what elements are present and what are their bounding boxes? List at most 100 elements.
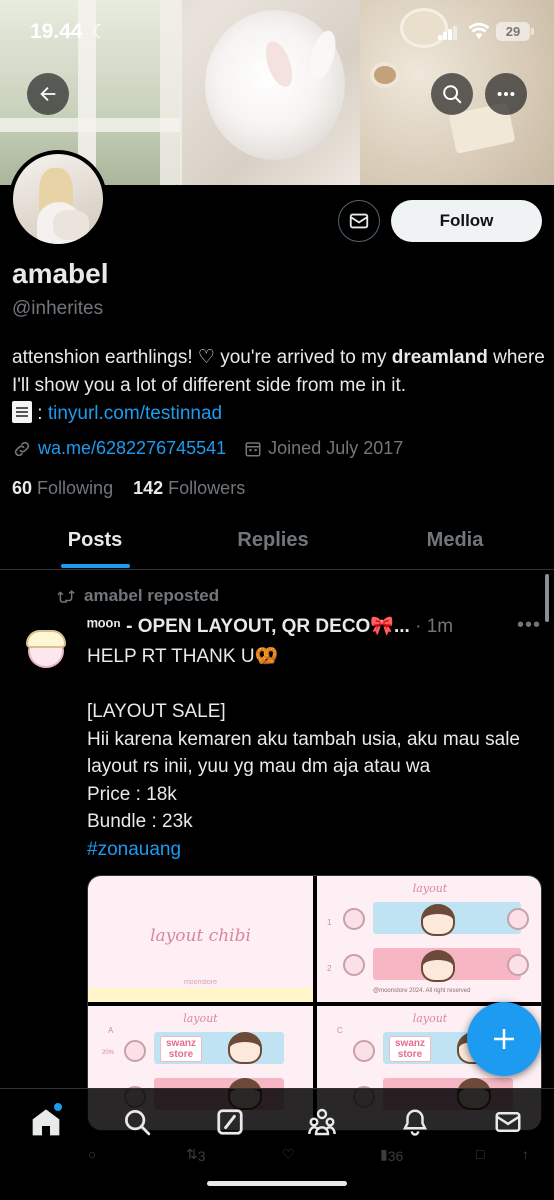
home-indicator[interactable]: [207, 1181, 347, 1186]
grok-icon: [217, 1109, 243, 1135]
tab-posts[interactable]: Posts: [0, 512, 190, 569]
battery-level: 29: [505, 24, 521, 39]
post-more-icon[interactable]: •••: [517, 614, 541, 637]
nav-notifications[interactable]: [398, 1105, 432, 1139]
post-line: Hii karena kemaren aku tambah usia, aku …: [87, 728, 521, 778]
arrow-left-icon: [40, 86, 56, 102]
reply-icon[interactable]: ○: [88, 1146, 96, 1162]
post-header[interactable]: ᵐᵒᵒⁿ - OPEN LAYOUT, QR DECO🎀... · 1m: [87, 614, 527, 638]
like-icon[interactable]: ♡: [282, 1146, 295, 1163]
media-image[interactable]: layout chibi moonstore: [88, 876, 313, 1002]
cellular-signal-icon: [438, 26, 458, 40]
search-icon: [125, 1110, 151, 1136]
more-horizontal-icon: [497, 91, 515, 97]
follow-counts: 60 Following 142 Followers: [12, 478, 245, 499]
followers-label: Followers: [168, 478, 246, 498]
media-title: layout: [183, 1012, 218, 1025]
percent-tag: 20%: [102, 1050, 115, 1056]
store-badge: swanz store: [160, 1036, 202, 1062]
following-link[interactable]: 60 Following: [12, 478, 113, 498]
tab-replies[interactable]: Replies: [180, 512, 366, 569]
bio-bold-text: dreamland: [391, 347, 488, 368]
more-options-button[interactable]: [485, 73, 527, 115]
banner-window-frame: [0, 118, 180, 132]
nav-grok[interactable]: [213, 1105, 247, 1139]
bell-icon: [402, 1109, 428, 1136]
communities-icon: [308, 1108, 336, 1136]
nav-search[interactable]: [120, 1105, 154, 1139]
retweet-action[interactable]: ⇅ 3: [186, 1146, 206, 1164]
moon-icon: ☾: [91, 22, 109, 43]
scrollbar[interactable]: [545, 574, 549, 622]
profile-website-link[interactable]: wa.me/6282276745541: [38, 438, 226, 459]
post-hashtag[interactable]: #zonauang: [87, 836, 537, 864]
follow-button[interactable]: Follow: [391, 200, 542, 242]
mini-character: [228, 1032, 262, 1064]
nav-messages[interactable]: [491, 1105, 525, 1139]
mini-avatar: [343, 908, 365, 930]
share-icon[interactable]: ↑: [522, 1146, 529, 1162]
joined-date: Joined July 2017: [268, 438, 404, 458]
post-actions-faded: ○ ⇅ 3 ♡ ▮ 36 □ ↑: [0, 1144, 554, 1168]
status-bar: 19.44 ☾ 29: [0, 0, 554, 64]
post-line: HELP RT THANK U🥨: [87, 646, 279, 667]
mini-avatar: [343, 954, 365, 976]
bio-colon: :: [32, 403, 48, 424]
active-tab-indicator: [61, 564, 130, 568]
envelope-icon: [495, 1112, 521, 1132]
followers-link[interactable]: 142 Followers: [133, 478, 245, 498]
profile-name: amabel: [12, 258, 109, 289]
post-line: [87, 671, 537, 699]
mini-character: [421, 950, 455, 982]
row-label: C: [337, 1026, 343, 1035]
post-line: [LAYOUT SALE]: [87, 701, 226, 722]
repost-context[interactable]: amabel reposted: [56, 586, 219, 606]
avatar-hair: [26, 630, 66, 648]
following-label: Following: [37, 478, 114, 498]
mini-avatar: [353, 1040, 375, 1062]
mini-character: [421, 904, 455, 936]
row-number: 1: [327, 918, 332, 927]
search-button[interactable]: [431, 73, 473, 115]
message-button[interactable]: [338, 200, 380, 242]
profile-handle: @inherites: [12, 298, 104, 319]
banner-cup: [370, 62, 400, 88]
envelope-icon: [349, 213, 369, 229]
row-label: A: [108, 1026, 114, 1035]
bio-text: attenshion earthlings! ♡ you're arrived …: [12, 347, 392, 368]
media-note: @moonstore 2024. All right reserved: [373, 988, 471, 994]
repost-icon: [57, 590, 75, 603]
followers-count: 142: [133, 478, 164, 498]
mini-avatar: [124, 1040, 146, 1062]
calendar-icon: [245, 441, 261, 456]
views-action[interactable]: ▮ 36: [380, 1146, 403, 1164]
plus-icon: [494, 1029, 514, 1049]
wifi-icon: [468, 22, 490, 39]
receipt-icon: [12, 401, 32, 423]
notification-dot: [54, 1103, 62, 1111]
profile-avatar[interactable]: [9, 150, 107, 248]
avatar-photo: [13, 154, 103, 244]
status-time: 19.44: [30, 20, 83, 43]
media-footer: [88, 988, 313, 1002]
post-author-name[interactable]: ᵐᵒᵒⁿ - OPEN LAYOUT, QR DECO🎀...: [87, 616, 410, 637]
compose-post-button[interactable]: [467, 1002, 541, 1076]
tab-media[interactable]: Media: [366, 512, 544, 569]
retweet-count: 3: [197, 1148, 206, 1164]
nav-communities[interactable]: [305, 1105, 339, 1139]
back-button[interactable]: [27, 73, 69, 115]
mini-avatar: [507, 908, 529, 930]
row-number: 2: [327, 964, 332, 973]
bookmark-icon[interactable]: □: [476, 1146, 484, 1162]
media-title: layout: [412, 882, 448, 895]
post-line: Bundle : 23k: [87, 811, 193, 832]
profile-tabs: Posts Replies Media: [0, 512, 554, 570]
post-time: · 1m: [409, 616, 454, 637]
post-author-avatar[interactable]: [18, 628, 72, 674]
profile-bio: attenshion earthlings! ♡ you're arrived …: [12, 344, 547, 428]
post-line: Price : 18k: [87, 783, 177, 805]
media-image[interactable]: layout 1 2 @moonstore 2024. All right re…: [317, 876, 541, 1002]
bio-link[interactable]: tinyurl.com/testinnad: [48, 403, 222, 424]
avatar-legs: [53, 210, 89, 240]
media-footer-text: moonstore: [183, 979, 218, 986]
